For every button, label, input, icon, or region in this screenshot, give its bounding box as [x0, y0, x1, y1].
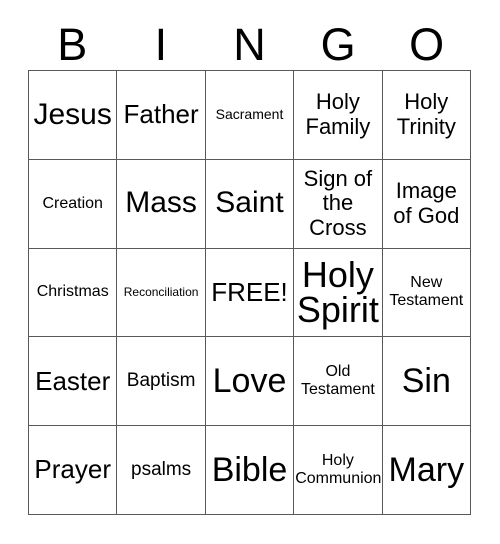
bingo-cell-label: Creation — [42, 194, 103, 212]
header-letter-b: B — [57, 19, 88, 70]
bingo-cell-g4[interactable]: Old Testament — [294, 337, 383, 427]
bingo-cell-label: Holy Trinity — [396, 89, 456, 139]
bingo-cell-label: Prayer — [34, 454, 111, 485]
bingo-cell-b5[interactable]: Prayer — [29, 426, 118, 515]
bingo-cell-o5[interactable]: Mary — [382, 426, 471, 515]
bingo-cell-label: Reconciliation — [123, 284, 199, 299]
bingo-cell-g2[interactable]: Sign of the Cross — [294, 159, 383, 249]
bingo-cell-label: Holy Spirit — [296, 254, 379, 331]
header-letter-g: G — [320, 19, 356, 70]
bingo-cell-b4[interactable]: Easter — [29, 337, 118, 427]
bingo-cell-label: Old Testament — [300, 362, 375, 399]
bingo-cell-label: Love — [212, 362, 287, 401]
bingo-cell-label: Sign of the Cross — [303, 165, 373, 240]
bingo-cell-label: Bible — [211, 451, 288, 490]
bingo-cell-i3[interactable]: Reconciliation — [117, 248, 206, 338]
bingo-cell-n5[interactable]: Bible — [205, 426, 295, 515]
bingo-cell-o4[interactable]: Sin — [382, 337, 471, 427]
bingo-cell-i1[interactable]: Father — [117, 71, 206, 160]
bingo-cell-label: Holy Communion — [295, 451, 382, 488]
header-letter-i: I — [154, 19, 168, 70]
bingo-cell-label: Sacrament — [215, 106, 284, 123]
bingo-cell-label: Baptism — [126, 369, 196, 391]
bingo-grid: Jesus Father Sacrament Holy Family Holy … — [28, 70, 471, 515]
bingo-cell-n2[interactable]: Saint — [205, 159, 295, 249]
bingo-cell-b3[interactable]: Christmas — [29, 248, 118, 338]
bingo-cell-n1[interactable]: Sacrament — [205, 71, 295, 160]
bingo-cell-label: Easter — [35, 365, 111, 396]
bingo-cell-label: Saint — [215, 186, 284, 220]
bingo-cell-g3[interactable]: Holy Spirit — [294, 248, 383, 338]
bingo-card: B I N G O Jesus Father Sacrament Holy Fa… — [0, 0, 500, 544]
bingo-cell-label: Image of God — [393, 178, 460, 228]
bingo-cell-o3[interactable]: New Testament — [382, 248, 471, 338]
free-space-label: FREE! — [211, 276, 288, 307]
bingo-cell-b1[interactable]: Jesus — [29, 71, 118, 160]
header-letter-o: O — [409, 19, 445, 70]
bingo-cell-i4[interactable]: Baptism — [117, 337, 206, 427]
bingo-cell-i5[interactable]: psalms — [117, 426, 206, 515]
bingo-cell-label: Jesus — [33, 97, 112, 131]
bingo-cell-label: psalms — [131, 458, 192, 480]
bingo-cell-label: Mass — [125, 186, 197, 220]
bingo-cell-label: Mary — [388, 451, 465, 490]
bingo-cell-n4[interactable]: Love — [205, 337, 295, 427]
bingo-cell-o1[interactable]: Holy Trinity — [382, 71, 471, 160]
bingo-cell-i2[interactable]: Mass — [117, 159, 206, 249]
bingo-cell-label: Christmas — [36, 283, 109, 301]
bingo-cell-g1[interactable]: Holy Family — [294, 71, 383, 160]
bingo-cell-o2[interactable]: Image of God — [382, 159, 471, 249]
header-letter-n: N — [233, 19, 266, 70]
bingo-cell-b2[interactable]: Creation — [29, 159, 118, 249]
bingo-cell-g5[interactable]: Holy Communion — [294, 426, 383, 515]
bingo-cell-label: Father — [123, 99, 199, 130]
bingo-cell-free-space[interactable]: FREE! — [205, 248, 295, 338]
bingo-cell-label: New Testament — [389, 274, 464, 310]
bingo-cell-label: Sin — [401, 362, 451, 401]
bingo-cell-label: Holy Family — [305, 89, 371, 139]
bingo-header: B I N G O — [28, 14, 471, 70]
